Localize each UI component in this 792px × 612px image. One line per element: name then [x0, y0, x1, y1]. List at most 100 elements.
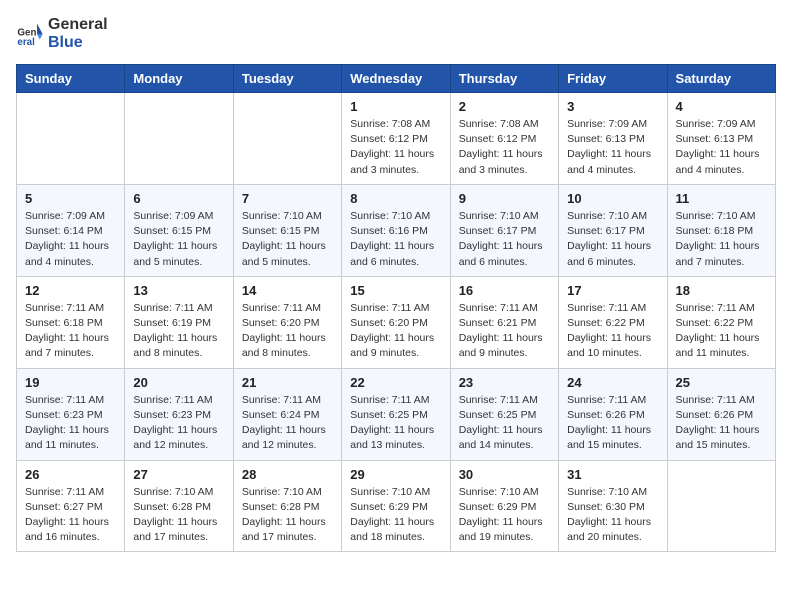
day-number: 27	[133, 467, 224, 482]
day-cell: 2 Sunrise: 7:08 AM Sunset: 6:12 PM Daylig…	[450, 93, 558, 185]
day-number: 13	[133, 283, 224, 298]
day-number: 10	[567, 191, 658, 206]
day-info: Sunrise: 7:10 AM Sunset: 6:17 PM Dayligh…	[459, 209, 550, 270]
day-cell: 1Sunrise: 7:08 AM Sunset: 6:12 PM Daylig…	[342, 93, 450, 185]
logo-general: General	[48, 16, 108, 34]
column-header-thursday: Thursday	[450, 65, 558, 93]
day-cell: 6 Sunrise: 7:09 AM Sunset: 6:15 PM Daylig…	[125, 184, 233, 276]
day-cell: 9 Sunrise: 7:10 AM Sunset: 6:17 PM Daylig…	[450, 184, 558, 276]
day-info: Sunrise: 7:09 AM Sunset: 6:13 PM Dayligh…	[567, 117, 658, 178]
day-number: 3	[567, 99, 658, 114]
day-number: 28	[242, 467, 333, 482]
day-cell: 14 Sunrise: 7:11 AM Sunset: 6:20 PM Dayli…	[233, 276, 341, 368]
day-info: Sunrise: 7:10 AM Sunset: 6:29 PM Dayligh…	[459, 485, 550, 546]
day-info: Sunrise: 7:11 AM Sunset: 6:25 PM Dayligh…	[350, 393, 441, 454]
day-number: 5	[25, 191, 116, 206]
page-header: Gen eral General Blue	[16, 16, 776, 52]
day-cell: 5Sunrise: 7:09 AM Sunset: 6:14 PM Daylig…	[17, 184, 125, 276]
week-row-1: 1Sunrise: 7:08 AM Sunset: 6:12 PM Daylig…	[17, 93, 776, 185]
day-info: Sunrise: 7:11 AM Sunset: 6:23 PM Dayligh…	[133, 393, 224, 454]
day-cell: 16 Sunrise: 7:11 AM Sunset: 6:21 PM Dayli…	[450, 276, 558, 368]
day-info: Sunrise: 7:11 AM Sunset: 6:22 PM Dayligh…	[676, 301, 767, 362]
day-info: Sunrise: 7:10 AM Sunset: 6:30 PM Dayligh…	[567, 485, 658, 546]
day-cell: 15 Sunrise: 7:11 AM Sunset: 6:20 PM Dayli…	[342, 276, 450, 368]
day-number: 14	[242, 283, 333, 298]
column-header-tuesday: Tuesday	[233, 65, 341, 93]
svg-text:eral: eral	[17, 37, 35, 48]
day-info: Sunrise: 7:09 AM Sunset: 6:15 PM Dayligh…	[133, 209, 224, 270]
day-number: 29	[350, 467, 441, 482]
day-cell: 17 Sunrise: 7:11 AM Sunset: 6:22 PM Dayli…	[559, 276, 667, 368]
day-number: 18	[676, 283, 767, 298]
day-number: 9	[459, 191, 550, 206]
day-info: Sunrise: 7:11 AM Sunset: 6:27 PM Dayligh…	[25, 485, 116, 546]
day-number: 23	[459, 375, 550, 390]
day-number: 7	[242, 191, 333, 206]
logo-icon: Gen eral	[16, 20, 44, 48]
day-number: 8	[350, 191, 441, 206]
week-row-5: 26 Sunrise: 7:11 AM Sunset: 6:27 PM Dayli…	[17, 460, 776, 552]
day-cell: 20Sunrise: 7:11 AM Sunset: 6:23 PM Dayli…	[125, 368, 233, 460]
day-info: Sunrise: 7:08 AM Sunset: 6:12 PM Dayligh…	[459, 117, 550, 178]
day-cell: 25Sunrise: 7:11 AM Sunset: 6:26 PM Dayli…	[667, 368, 775, 460]
day-number: 30	[459, 467, 550, 482]
day-number: 21	[242, 375, 333, 390]
day-info: Sunrise: 7:11 AM Sunset: 6:19 PM Dayligh…	[133, 301, 224, 362]
column-header-friday: Friday	[559, 65, 667, 93]
column-header-sunday: Sunday	[17, 65, 125, 93]
day-cell: 30 Sunrise: 7:10 AM Sunset: 6:29 PM Dayli…	[450, 460, 558, 552]
day-number: 17	[567, 283, 658, 298]
day-cell: 26 Sunrise: 7:11 AM Sunset: 6:27 PM Dayli…	[17, 460, 125, 552]
day-info: Sunrise: 7:11 AM Sunset: 6:22 PM Dayligh…	[567, 301, 658, 362]
calendar-header-row: SundayMondayTuesdayWednesdayThursdayFrid…	[17, 65, 776, 93]
logo: Gen eral General Blue	[16, 16, 108, 52]
day-number: 11	[676, 191, 767, 206]
week-row-2: 5Sunrise: 7:09 AM Sunset: 6:14 PM Daylig…	[17, 184, 776, 276]
day-cell	[125, 93, 233, 185]
day-cell: 10Sunrise: 7:10 AM Sunset: 6:17 PM Dayli…	[559, 184, 667, 276]
day-info: Sunrise: 7:10 AM Sunset: 6:29 PM Dayligh…	[350, 485, 441, 546]
day-number: 15	[350, 283, 441, 298]
day-cell: 22 Sunrise: 7:11 AM Sunset: 6:25 PM Dayli…	[342, 368, 450, 460]
day-cell: 18 Sunrise: 7:11 AM Sunset: 6:22 PM Dayli…	[667, 276, 775, 368]
day-cell: 19Sunrise: 7:11 AM Sunset: 6:23 PM Dayli…	[17, 368, 125, 460]
week-row-3: 12 Sunrise: 7:11 AM Sunset: 6:18 PM Dayli…	[17, 276, 776, 368]
day-number: 25	[676, 375, 767, 390]
day-info: Sunrise: 7:11 AM Sunset: 6:18 PM Dayligh…	[25, 301, 116, 362]
day-info: Sunrise: 7:11 AM Sunset: 6:20 PM Dayligh…	[242, 301, 333, 362]
logo-blue: Blue	[48, 34, 108, 52]
day-cell: 11Sunrise: 7:10 AM Sunset: 6:18 PM Dayli…	[667, 184, 775, 276]
day-number: 12	[25, 283, 116, 298]
day-cell	[667, 460, 775, 552]
day-cell: 12 Sunrise: 7:11 AM Sunset: 6:18 PM Dayli…	[17, 276, 125, 368]
day-number: 2	[459, 99, 550, 114]
day-number: 6	[133, 191, 224, 206]
day-info: Sunrise: 7:11 AM Sunset: 6:26 PM Dayligh…	[567, 393, 658, 454]
day-cell: 28 Sunrise: 7:10 AM Sunset: 6:28 PM Dayli…	[233, 460, 341, 552]
day-number: 16	[459, 283, 550, 298]
day-cell: 8 Sunrise: 7:10 AM Sunset: 6:16 PM Daylig…	[342, 184, 450, 276]
day-number: 31	[567, 467, 658, 482]
day-info: Sunrise: 7:11 AM Sunset: 6:21 PM Dayligh…	[459, 301, 550, 362]
day-cell	[17, 93, 125, 185]
calendar-table: SundayMondayTuesdayWednesdayThursdayFrid…	[16, 64, 776, 552]
day-info: Sunrise: 7:10 AM Sunset: 6:28 PM Dayligh…	[133, 485, 224, 546]
day-number: 26	[25, 467, 116, 482]
day-cell: 21 Sunrise: 7:11 AM Sunset: 6:24 PM Dayli…	[233, 368, 341, 460]
day-number: 22	[350, 375, 441, 390]
day-info: Sunrise: 7:10 AM Sunset: 6:16 PM Dayligh…	[350, 209, 441, 270]
week-row-4: 19Sunrise: 7:11 AM Sunset: 6:23 PM Dayli…	[17, 368, 776, 460]
day-info: Sunrise: 7:09 AM Sunset: 6:13 PM Dayligh…	[676, 117, 767, 178]
day-info: Sunrise: 7:08 AM Sunset: 6:12 PM Dayligh…	[350, 117, 441, 178]
column-header-monday: Monday	[125, 65, 233, 93]
day-cell: 24Sunrise: 7:11 AM Sunset: 6:26 PM Dayli…	[559, 368, 667, 460]
day-number: 4	[676, 99, 767, 114]
day-info: Sunrise: 7:11 AM Sunset: 6:24 PM Dayligh…	[242, 393, 333, 454]
day-cell: 13 Sunrise: 7:11 AM Sunset: 6:19 PM Dayli…	[125, 276, 233, 368]
day-cell: 4 Sunrise: 7:09 AM Sunset: 6:13 PM Daylig…	[667, 93, 775, 185]
day-info: Sunrise: 7:10 AM Sunset: 6:28 PM Dayligh…	[242, 485, 333, 546]
day-cell: 27 Sunrise: 7:10 AM Sunset: 6:28 PM Dayli…	[125, 460, 233, 552]
day-cell	[233, 93, 341, 185]
day-cell: 31 Sunrise: 7:10 AM Sunset: 6:30 PM Dayli…	[559, 460, 667, 552]
day-info: Sunrise: 7:11 AM Sunset: 6:20 PM Dayligh…	[350, 301, 441, 362]
